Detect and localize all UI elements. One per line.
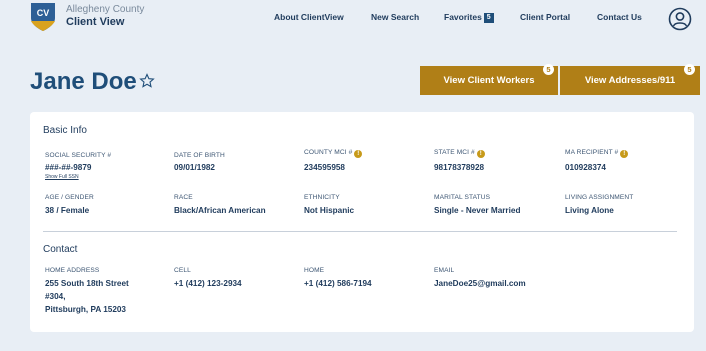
living-assignment-value: Living Alone <box>565 206 614 215</box>
view-client-workers-label: View Client Workers <box>443 75 535 86</box>
ma-recipient-label: MA Recipient #! <box>565 149 629 158</box>
brand[interactable]: Allegheny County Client View <box>66 3 144 29</box>
user-circle-icon[interactable] <box>668 7 692 31</box>
info-icon[interactable]: ! <box>620 150 629 158</box>
info-icon[interactable]: ! <box>476 150 485 158</box>
nav-client-portal[interactable]: Client Portal <box>520 12 570 22</box>
ssn-label: Social Security # <box>45 152 112 159</box>
email-value[interactable]: JaneDoe25@gmail.com <box>434 279 526 288</box>
age-gender-value: 38 / Female <box>45 206 90 215</box>
race-value: Black/African American <box>174 206 266 215</box>
contact-heading: Contact <box>43 244 78 255</box>
state-mci-label-text: State MCI # <box>434 149 475 156</box>
ma-recipient-value: 010928374 <box>565 163 606 172</box>
info-icon[interactable]: ! <box>354 150 363 158</box>
race-label: Race <box>174 194 193 201</box>
county-mci-label-text: County MCI # <box>304 149 353 156</box>
client-name: Jane Doe <box>30 68 137 95</box>
age-gender-label: Age / Gender <box>45 194 94 201</box>
county-mci-value: 234595958 <box>304 163 345 172</box>
show-full-ssn-link[interactable]: Show Full SSN <box>45 174 79 180</box>
home-address-line3: Pittsburgh, PA 15203 <box>45 305 126 314</box>
nav-favorites-label: Favorites <box>444 12 482 22</box>
star-outline-icon[interactable] <box>139 73 155 89</box>
home-phone-value[interactable]: +1 (412) 586-7194 <box>304 279 372 288</box>
marital-status-value: Single - Never Married <box>434 206 521 215</box>
county-shield-logo-icon[interactable]: CV <box>30 2 56 32</box>
section-divider <box>43 231 677 232</box>
cell-value[interactable]: +1 (412) 123-2934 <box>174 279 242 288</box>
view-client-workers-button[interactable]: View Client Workers 5 <box>420 64 558 95</box>
ssn-value: ###-##-9879 <box>45 163 92 172</box>
ethnicity-value: Not Hispanic <box>304 206 355 215</box>
home-address-line1: 255 South 18th Street <box>45 279 129 288</box>
dob-value: 09/01/1982 <box>174 163 215 172</box>
living-assignment-label: Living Assignment <box>565 194 634 201</box>
county-mci-label: County MCI #! <box>304 149 363 158</box>
addresses-count-badge: 5 <box>684 64 695 75</box>
logo-text: CV <box>37 8 50 18</box>
top-navigation-bar: CV Allegheny County Client View About Cl… <box>0 0 706 38</box>
state-mci-value: 98178378928 <box>434 163 485 172</box>
cell-label: Cell <box>174 267 191 274</box>
home-address-label: Home Address <box>45 267 100 274</box>
email-label: Email <box>434 267 455 274</box>
state-mci-label: State MCI #! <box>434 149 485 158</box>
basic-info-heading: Basic Info <box>43 125 87 136</box>
home-address-line2: #304, <box>45 292 66 301</box>
workers-count-badge: 5 <box>543 64 554 75</box>
ethnicity-label: Ethnicity <box>304 194 340 201</box>
nav-favorites[interactable]: Favorites 5 <box>444 12 494 23</box>
view-addresses-button[interactable]: View Addresses/911 5 <box>560 64 700 95</box>
view-addresses-label: View Addresses/911 <box>584 75 676 86</box>
app-name: Client View <box>66 16 125 28</box>
nav-about[interactable]: About ClientView <box>274 12 344 22</box>
ma-recipient-label-text: MA Recipient # <box>565 149 619 156</box>
nav-new-search[interactable]: New Search <box>371 12 419 22</box>
home-phone-label: Home <box>304 267 325 274</box>
client-info-card: Basic Info Social Security # ###-##-9879… <box>30 112 694 332</box>
marital-status-label: Marital Status <box>434 194 491 201</box>
favorites-count-badge: 5 <box>483 13 494 23</box>
county-name: Allegheny County <box>66 4 145 15</box>
dob-label: Date of Birth <box>174 152 225 159</box>
nav-contact-us[interactable]: Contact Us <box>597 12 642 22</box>
